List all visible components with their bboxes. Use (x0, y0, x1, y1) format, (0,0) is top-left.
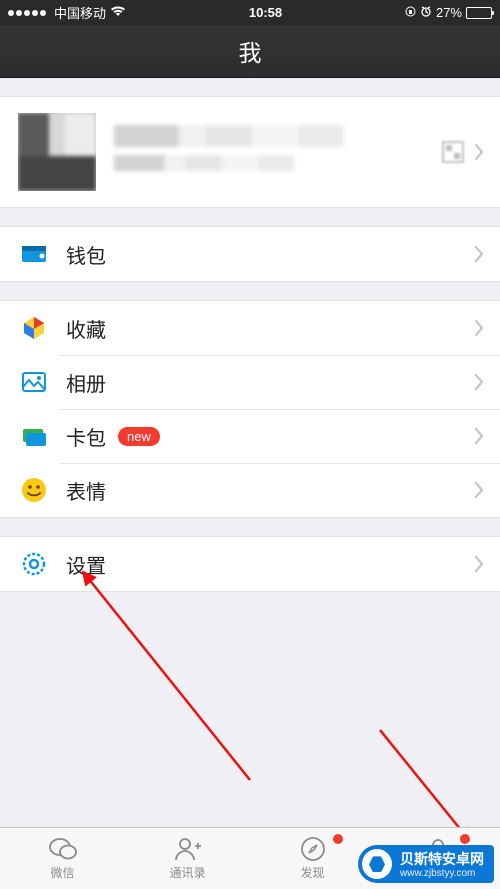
menu-settings[interactable]: 设置 (0, 537, 500, 591)
favorites-icon (20, 314, 48, 342)
tab-label: 微信 (50, 864, 74, 881)
section-group: 收藏 相册 卡包 new 表情 (0, 300, 500, 518)
tab-contacts[interactable]: 通讯录 (125, 828, 250, 889)
sticker-icon (20, 476, 48, 504)
profile-cell[interactable] (0, 97, 500, 207)
menu-cards[interactable]: 卡包 new (0, 409, 500, 463)
chevron-icon (474, 427, 484, 445)
tab-wechat[interactable]: 微信 (0, 828, 125, 889)
menu-label: 表情 (66, 476, 474, 505)
section-settings: 设置 (0, 536, 500, 592)
tab-label: 发现 (300, 864, 324, 881)
cards-icon (20, 422, 48, 450)
menu-label: 收藏 (66, 314, 474, 343)
chevron-icon (474, 245, 484, 263)
status-left: 中国移动 (8, 3, 126, 22)
chevron-icon (474, 555, 484, 573)
qr-icon (442, 141, 464, 163)
battery-icon (466, 7, 492, 19)
notification-dot (460, 834, 470, 844)
menu-favorites[interactable]: 收藏 (0, 301, 500, 355)
chevron-icon (474, 319, 484, 337)
status-time: 10:58 (126, 5, 405, 20)
nav-bar: 我 (0, 25, 500, 78)
status-right: 27% (405, 5, 492, 20)
menu-album[interactable]: 相册 (0, 355, 500, 409)
profile-info (114, 125, 442, 179)
nav-title: 我 (239, 34, 262, 68)
chevron-icon (474, 143, 484, 161)
avatar (18, 113, 96, 191)
annotation-arrow (70, 560, 260, 790)
wallet-icon (20, 240, 48, 268)
status-bar: 中国移动 10:58 27% (0, 0, 500, 25)
signal-icon (8, 10, 46, 16)
menu-stickers[interactable]: 表情 (0, 463, 500, 517)
tab-label: 通讯录 (169, 864, 205, 881)
menu-label: 卡包 (66, 422, 106, 451)
watermark: 贝斯特安卓网 www.zjbstyy.com (358, 845, 494, 883)
chevron-icon (474, 481, 484, 499)
section-profile (0, 96, 500, 208)
watermark-title: 贝斯特安卓网 (400, 851, 484, 867)
lock-icon (405, 5, 416, 20)
menu-label: 相册 (66, 368, 474, 397)
carrier-label: 中国移动 (54, 3, 106, 22)
menu-wallet[interactable]: 钱包 (0, 227, 500, 281)
watermark-url: www.zjbstyy.com (400, 868, 484, 880)
tab-discover[interactable]: 发现 (250, 828, 375, 889)
menu-label: 设置 (66, 550, 474, 579)
album-icon (20, 368, 48, 396)
profile-id-redacted (114, 155, 294, 171)
chevron-icon (474, 373, 484, 391)
new-badge: new (118, 427, 160, 446)
settings-icon (20, 550, 48, 578)
battery-pct: 27% (436, 5, 462, 20)
menu-label: 钱包 (66, 240, 474, 269)
section-wallet: 钱包 (0, 226, 500, 282)
wifi-icon (110, 5, 126, 20)
profile-name-redacted (114, 125, 344, 147)
notification-dot (333, 834, 343, 844)
alarm-icon (420, 5, 432, 20)
